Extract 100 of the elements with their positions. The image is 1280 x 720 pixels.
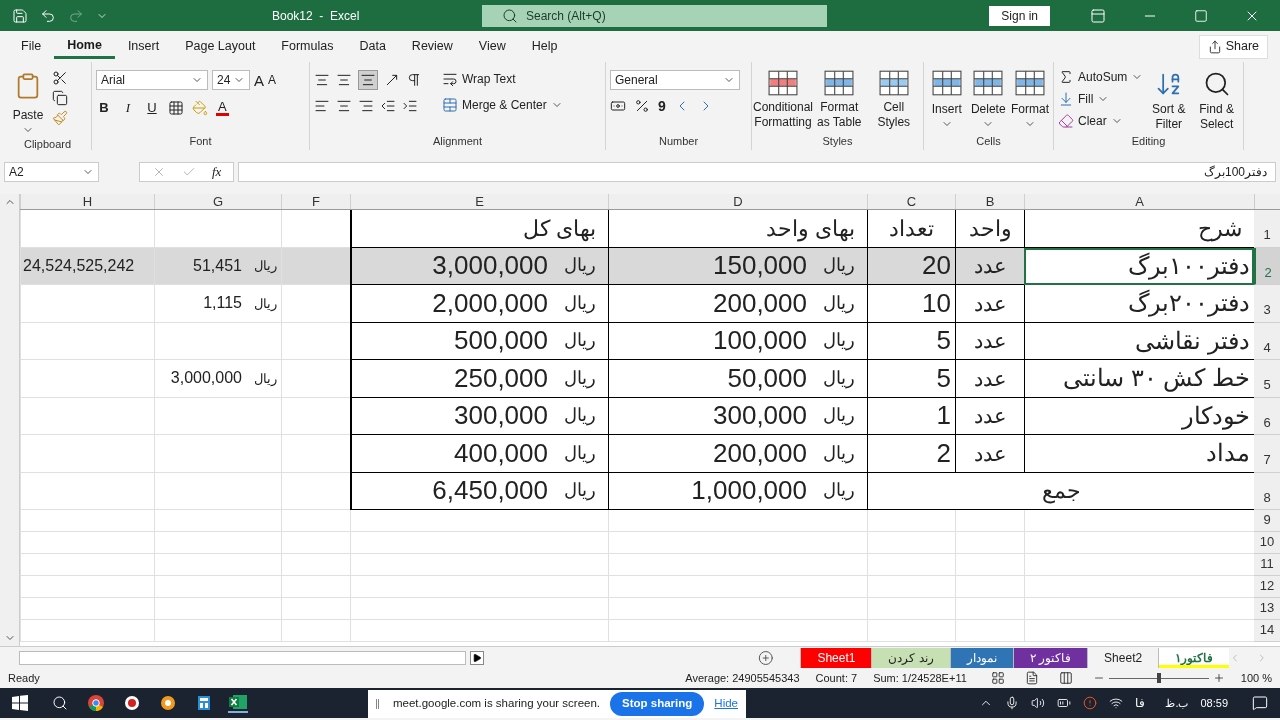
column-header[interactable]: G bbox=[154, 194, 281, 209]
shrink-font-button[interactable]: A bbox=[268, 74, 277, 86]
normal-view-icon[interactable] bbox=[990, 671, 1005, 685]
row-header[interactable]: 4 bbox=[1254, 322, 1280, 360]
sheet-tab[interactable]: فاکتور۱ bbox=[1158, 647, 1230, 668]
borders-icon[interactable] bbox=[168, 99, 184, 116]
maximize-icon[interactable] bbox=[1194, 8, 1208, 23]
scissors-icon[interactable] bbox=[52, 70, 68, 86]
add-sheet-icon[interactable] bbox=[757, 649, 774, 666]
row-header[interactable]: 1 bbox=[1254, 210, 1280, 248]
slider-thumb[interactable] bbox=[1156, 673, 1161, 683]
sheet-tab[interactable]: فاکتور ۲ bbox=[1012, 647, 1088, 668]
app-icon[interactable] bbox=[160, 695, 176, 711]
row-header[interactable]: 13 bbox=[1254, 598, 1280, 620]
font-color-button[interactable]: A bbox=[216, 99, 229, 116]
zoom-level[interactable]: 100 % bbox=[1240, 669, 1272, 687]
column-header[interactable]: C bbox=[867, 194, 955, 209]
font-size-field[interactable]: 24 bbox=[212, 70, 250, 90]
style-button[interactable]: Format as Table bbox=[814, 66, 865, 130]
increase-indent-icon[interactable] bbox=[402, 98, 418, 114]
align-top-icon[interactable] bbox=[314, 72, 330, 88]
column-header[interactable]: A bbox=[1024, 194, 1254, 209]
align-right-icon[interactable] bbox=[358, 98, 374, 114]
record-icon[interactable] bbox=[124, 695, 140, 711]
menu-tab[interactable]: File bbox=[8, 34, 55, 59]
cells-button[interactable]: Insert bbox=[928, 66, 966, 130]
menu-tab[interactable]: Data bbox=[346, 34, 399, 59]
row-header[interactable]: 3 bbox=[1254, 285, 1280, 323]
sheet-tab[interactable]: Sheet1 bbox=[800, 647, 872, 668]
wifi-icon[interactable] bbox=[1109, 696, 1124, 710]
pilcrow-icon[interactable] bbox=[406, 72, 422, 88]
share-button[interactable]: Share bbox=[1198, 34, 1268, 59]
menu-tab[interactable]: Home bbox=[54, 34, 115, 59]
decrease-indent-icon[interactable] bbox=[380, 98, 396, 114]
row-header[interactable]: 11 bbox=[1254, 554, 1280, 576]
fill-color-icon[interactable] bbox=[192, 99, 208, 116]
font-family-field[interactable]: Arial bbox=[96, 70, 208, 90]
page-break-icon[interactable] bbox=[1058, 671, 1073, 685]
row-header[interactable]: 6 bbox=[1254, 397, 1280, 435]
browser-icon[interactable] bbox=[88, 695, 104, 711]
formula-field[interactable]: دفتر100برگ bbox=[238, 162, 1276, 182]
style-button[interactable]: Cell Styles bbox=[868, 66, 919, 130]
orientation-icon[interactable] bbox=[384, 72, 400, 88]
menu-tab[interactable]: Review bbox=[398, 34, 466, 59]
wrap-text-button[interactable]: Wrap Text bbox=[442, 70, 563, 88]
column-header[interactable]: D bbox=[608, 194, 867, 209]
align-center-icon[interactable] bbox=[336, 98, 352, 114]
windows-icon[interactable] bbox=[12, 695, 28, 711]
row-header[interactable]: 9 bbox=[1254, 510, 1280, 532]
name-box[interactable]: A2 bbox=[4, 162, 99, 182]
column-header[interactable]: H bbox=[20, 194, 154, 209]
cells-button[interactable]: Format bbox=[1011, 66, 1049, 130]
menu-tab[interactable]: Insert bbox=[114, 34, 173, 59]
row-header[interactable]: 12 bbox=[1254, 576, 1280, 598]
row-header[interactable]: 7 bbox=[1254, 435, 1280, 473]
column-header[interactable]: F bbox=[281, 194, 350, 209]
horizontal-scrollbar[interactable] bbox=[19, 650, 467, 665]
search-icon[interactable] bbox=[52, 695, 68, 711]
insert-function-button[interactable]: fx bbox=[212, 162, 222, 182]
microphone-icon[interactable] bbox=[1005, 696, 1020, 710]
menu-tab[interactable]: Help bbox=[518, 34, 571, 59]
underline-button[interactable]: U bbox=[144, 98, 160, 118]
alert-icon[interactable] bbox=[1083, 696, 1098, 710]
percent-icon[interactable] bbox=[634, 98, 650, 114]
page-layout-icon[interactable] bbox=[1024, 671, 1039, 685]
merge-center-button[interactable]: Merge & Center bbox=[442, 96, 563, 114]
save-icon[interactable] bbox=[12, 7, 28, 24]
stop-sharing-button[interactable]: Stop sharing bbox=[610, 692, 705, 716]
copy-icon[interactable] bbox=[52, 90, 68, 106]
bold-button[interactable]: B bbox=[96, 98, 112, 118]
paste-button[interactable]: Paste bbox=[8, 66, 48, 136]
row-header[interactable]: 5 bbox=[1254, 360, 1280, 398]
italic-button[interactable]: I bbox=[120, 98, 136, 118]
scroll-right-button[interactable] bbox=[470, 650, 484, 665]
column-header[interactable]: B bbox=[955, 194, 1024, 209]
sheet-tab[interactable]: نمودار bbox=[949, 647, 1013, 668]
hide-link[interactable]: Hide bbox=[714, 695, 738, 713]
row-header[interactable]: 8 bbox=[1254, 472, 1280, 510]
menu-tab[interactable]: Formulas bbox=[268, 34, 347, 59]
autosum-button[interactable]: AutoSum bbox=[1058, 68, 1144, 86]
zoom-in-icon[interactable] bbox=[1212, 672, 1225, 684]
zoom-slider[interactable] bbox=[1108, 673, 1209, 683]
battery-icon[interactable] bbox=[1057, 696, 1072, 710]
column-header[interactable]: E bbox=[350, 194, 608, 209]
number-format-field[interactable]: General bbox=[610, 70, 740, 90]
comma-style-button[interactable]: 9 bbox=[658, 99, 666, 113]
search-field[interactable]: Search (Alt+Q) bbox=[482, 4, 827, 27]
language-indicator[interactable]: فا bbox=[1135, 694, 1146, 712]
row-header[interactable]: 2 bbox=[1254, 247, 1280, 285]
align-left-icon[interactable] bbox=[314, 98, 330, 114]
spreadsheet-app-icon[interactable] bbox=[228, 693, 248, 713]
row-header[interactable]: 14 bbox=[1254, 620, 1280, 642]
row-header[interactable]: 10 bbox=[1254, 532, 1280, 554]
clear-button[interactable]: Clear bbox=[1058, 112, 1144, 130]
menu-tab[interactable]: View bbox=[465, 34, 519, 59]
ribbon-display-icon[interactable] bbox=[1090, 7, 1106, 24]
menu-tab[interactable]: Page Layout bbox=[172, 34, 269, 59]
calculator-icon[interactable] bbox=[196, 695, 212, 711]
grow-font-button[interactable]: A bbox=[254, 72, 264, 88]
speaker-icon[interactable] bbox=[1031, 696, 1046, 710]
